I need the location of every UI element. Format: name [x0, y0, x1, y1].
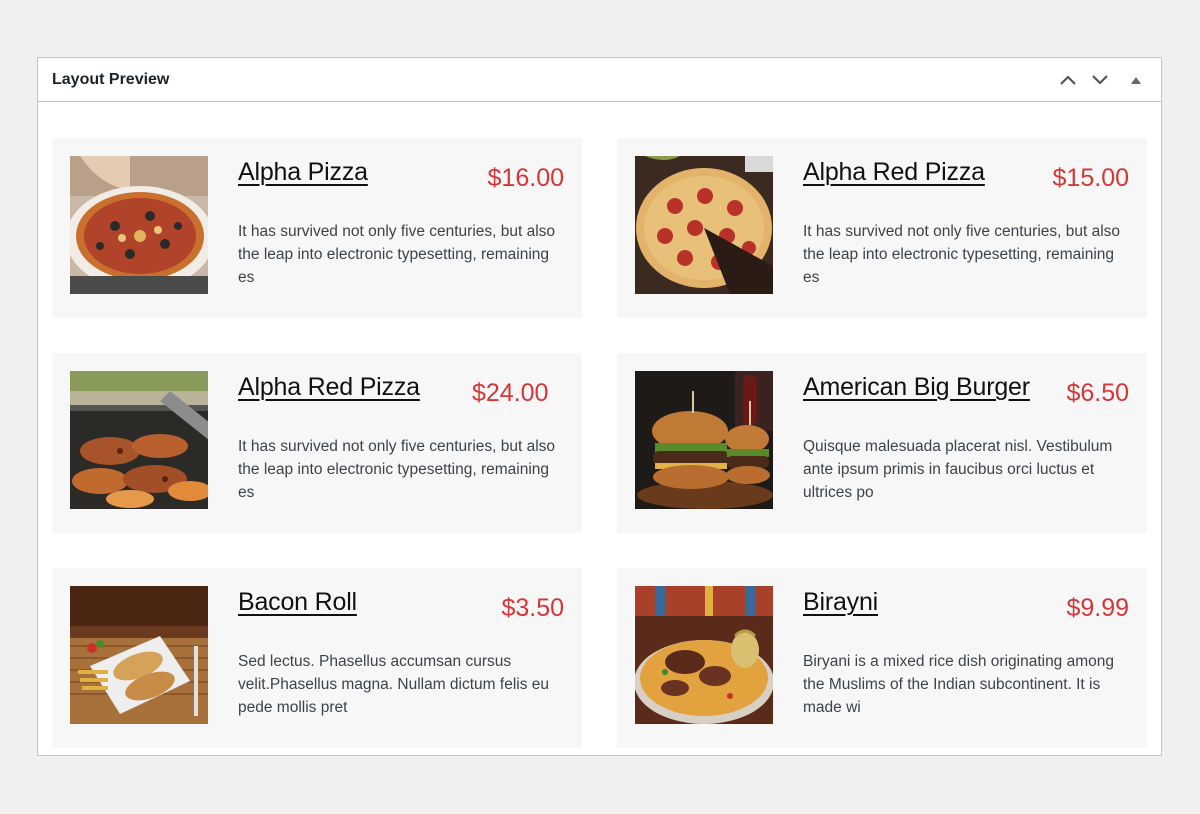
item-description: Sed lectus. Phasellus accumsan cursus ve… [238, 653, 549, 716]
caret-up-icon [1131, 76, 1141, 84]
menu-items-grid: Alpha Pizza $16.00 It has survived not o… [52, 138, 1147, 748]
menu-item-card: Alpha Red Pizza $15.00 It has survived n… [617, 138, 1147, 318]
menu-item-card: Birayni $9.99 Biryani is a mixed rice di… [617, 568, 1147, 748]
panel-header: Layout Preview [38, 58, 1161, 102]
chevron-down-icon [1092, 74, 1108, 85]
toggle-panel-button[interactable] [1123, 67, 1149, 93]
chevron-up-icon [1060, 74, 1076, 85]
menu-item-card: Bacon Roll $3.50 Sed lectus. Phasellus a… [52, 568, 582, 748]
item-price: $16.00 [487, 164, 564, 192]
item-price: $24.00 [472, 379, 549, 407]
item-title-link[interactable]: Birayni [803, 588, 878, 617]
item-title-link[interactable]: Alpha Red Pizza [803, 158, 985, 187]
item-price: $9.99 [1066, 594, 1129, 622]
item-price: $6.50 [1066, 379, 1129, 407]
biryani-photo[interactable] [635, 586, 773, 724]
item-price: $3.50 [501, 594, 564, 622]
menu-item-card: Alpha Red Pizza $24.00 It has survived n… [52, 353, 582, 533]
item-description: It has survived not only five centuries,… [238, 223, 556, 286]
item-title-link[interactable]: Alpha Red Pizza [238, 373, 420, 402]
burger-photo[interactable] [635, 371, 773, 509]
move-down-button[interactable] [1087, 67, 1113, 93]
menu-item-card: American Big Burger $6.50 Quisque malesu… [617, 353, 1147, 533]
layout-preview-panel: Layout Preview Alpha Pizza $16.00 It has… [37, 57, 1162, 756]
item-description: It has survived not only five centuries,… [238, 438, 556, 501]
item-description: It has survived not only five centuries,… [803, 223, 1121, 286]
item-title-link[interactable]: American Big Burger [803, 373, 1030, 402]
item-title-link[interactable]: Bacon Roll [238, 588, 357, 617]
pepperoni-pizza-photo[interactable] [635, 156, 773, 294]
panel-title: Layout Preview [52, 70, 170, 88]
panel-handle-actions [1055, 67, 1149, 93]
item-price: $15.00 [1052, 164, 1129, 192]
pizza-photo[interactable] [70, 156, 208, 294]
grilled-meat-photo[interactable] [70, 371, 208, 509]
item-description: Biryani is a mixed rice dish originating… [803, 653, 1115, 716]
move-up-button[interactable] [1055, 67, 1081, 93]
item-title-link[interactable]: Alpha Pizza [238, 158, 368, 187]
bacon-roll-photo[interactable] [70, 586, 208, 724]
menu-item-card: Alpha Pizza $16.00 It has survived not o… [52, 138, 582, 318]
item-description: Quisque malesuada placerat nisl. Vestibu… [803, 438, 1113, 501]
